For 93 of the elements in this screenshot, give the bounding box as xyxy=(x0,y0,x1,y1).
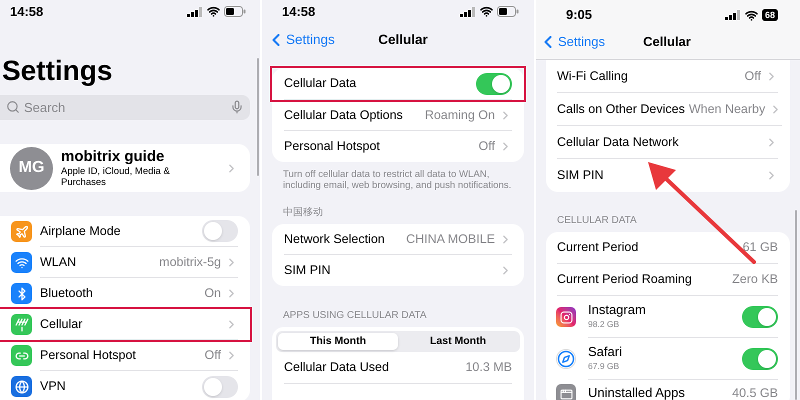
row-value: CHINA MOBILE xyxy=(406,230,495,248)
settings-row[interactable]: Cellular Data Options Roaming On xyxy=(272,100,524,131)
settings-row[interactable]: Cellular Data Network xyxy=(546,126,790,159)
settings-row[interactable]: Cellular xyxy=(0,309,250,340)
row-label: Airplane Mode xyxy=(40,222,122,240)
profile-subtitle: Apple ID, iCloud, Media & Purchases xyxy=(61,166,171,188)
profile-name: mobitrix guide xyxy=(61,148,166,166)
row-value: 40.5 GB xyxy=(732,385,778,400)
camera-app-icon xyxy=(556,307,576,327)
row-value: mobitrix-5g xyxy=(159,254,221,271)
row-value: Zero KB xyxy=(732,271,778,288)
row-label: Personal Hotspot xyxy=(284,138,381,156)
settings-row[interactable]: Personal Hotspot Off xyxy=(272,131,524,162)
row-value: 10.3 MB xyxy=(465,359,512,376)
toggle-switch[interactable] xyxy=(202,220,238,242)
settings-row[interactable]: VPN xyxy=(0,371,250,400)
row-label: Wi-Fi Calling xyxy=(557,68,629,85)
row-label: Cellular Data Used xyxy=(284,359,390,376)
toggle-switch[interactable] xyxy=(202,376,238,398)
mic-icon xyxy=(230,100,244,114)
row-label: Cellular Data Network xyxy=(557,134,680,151)
app-row[interactable]: Instagram 98.2 GB xyxy=(546,296,790,338)
footnote: Turn off cellular data to restrict all data to WLAN, including email, web browsing, and push notifications. xyxy=(282,169,512,191)
settings-row[interactable]: Current Period Roaming Zero KB xyxy=(546,264,790,296)
row-label: Current Period Roaming xyxy=(557,271,693,288)
battery-icon xyxy=(224,6,246,17)
settings-row[interactable]: WLAN mobitrix-5g xyxy=(0,247,250,278)
wifi-icon xyxy=(480,5,493,18)
row-value: Off xyxy=(478,138,495,156)
compass-icon xyxy=(556,349,576,369)
battery-level: 68 xyxy=(762,9,778,21)
section-header: 中国移动 xyxy=(282,206,324,220)
row-value: On xyxy=(204,284,221,302)
settings-row[interactable]: Current Period 61 GB xyxy=(546,232,790,264)
toggle-switch[interactable] xyxy=(742,348,778,370)
row-value: Roaming On xyxy=(424,106,495,124)
app-row[interactable]: Uninstalled Apps 40.5 GB xyxy=(546,380,790,400)
row-label: VPN xyxy=(40,378,67,396)
section-header: APPS USING CELLULAR DATA xyxy=(282,309,428,323)
settings-row[interactable]: Bluetooth On xyxy=(0,278,250,309)
app-name: Instagram xyxy=(588,302,647,318)
row-value: When Nearby xyxy=(688,100,766,118)
status-time: 14:58 xyxy=(10,2,44,21)
status-time: 9:05 xyxy=(566,6,592,24)
segment-tab[interactable]: Last Month xyxy=(398,333,518,350)
toggle-switch[interactable] xyxy=(476,72,512,94)
app-row[interactable]: Safari 67.9 GB xyxy=(546,338,790,380)
row-label: Personal Hotspot xyxy=(40,346,137,364)
app-usage: 98.2 GB xyxy=(588,318,620,331)
settings-row[interactable]: Calls on Other Devices When Nearby xyxy=(546,93,790,126)
signal-icon xyxy=(724,10,741,20)
signal-icon xyxy=(460,6,476,16)
section-header: CELLULAR DATA xyxy=(556,214,638,228)
row-value: Off xyxy=(744,68,761,85)
wifi-icon xyxy=(744,8,758,22)
search-icon xyxy=(6,100,20,114)
avatar: MG xyxy=(10,146,53,190)
back-button[interactable]: Settings xyxy=(266,30,335,50)
search-field[interactable]: Search xyxy=(0,95,250,120)
row-label: WLAN xyxy=(40,254,78,271)
row-label: SIM PIN xyxy=(557,167,605,184)
wifi-icon xyxy=(207,5,220,18)
settings-row[interactable]: Airplane Mode xyxy=(0,216,250,247)
toggle-switch[interactable] xyxy=(742,306,778,328)
row-label: Cellular Data Options xyxy=(284,106,404,124)
row-label: Current Period xyxy=(557,239,640,256)
nav-title: Cellular xyxy=(378,30,428,49)
settings-row[interactable]: Personal Hotspot Off xyxy=(0,340,250,371)
row-label: Cellular Data xyxy=(284,75,358,92)
row-value: Off xyxy=(204,346,221,364)
row-label: SIM PIN xyxy=(284,262,332,280)
battery-icon xyxy=(497,6,519,17)
row-value: 61 GB xyxy=(742,239,778,256)
back-button[interactable]: Settings xyxy=(538,32,605,52)
app-name: Safari xyxy=(588,344,623,360)
row-label: Bluetooth xyxy=(40,284,94,302)
settings-row[interactable]: Wi-Fi Calling Off xyxy=(546,60,790,93)
status-time: 14:58 xyxy=(282,2,316,21)
settings-row[interactable]: Cellular Data Used 10.3 MB xyxy=(272,352,524,384)
app-name: Uninstalled Apps xyxy=(588,385,686,400)
profile-card[interactable]: MG mobitrix guide Apple ID, iCloud, Media & Purchases xyxy=(0,144,250,192)
signal-icon xyxy=(187,6,203,16)
settings-row[interactable]: SIM PIN xyxy=(546,159,790,192)
app-usage: 67.9 GB xyxy=(588,360,620,373)
settings-row[interactable]: SIM PIN xyxy=(272,255,524,286)
nav-title: Cellular xyxy=(643,32,691,51)
segment-tab[interactable]: This Month xyxy=(278,333,398,350)
settings-row[interactable]: Network Selection CHINA MOBILE xyxy=(272,224,524,255)
row-label: Cellular xyxy=(40,316,84,333)
settings-row[interactable]: Cellular Data xyxy=(272,68,524,100)
row-label: Network Selection xyxy=(284,230,386,248)
page-title: Settings xyxy=(2,57,112,85)
row-label: Calls on Other Devices xyxy=(557,100,685,118)
